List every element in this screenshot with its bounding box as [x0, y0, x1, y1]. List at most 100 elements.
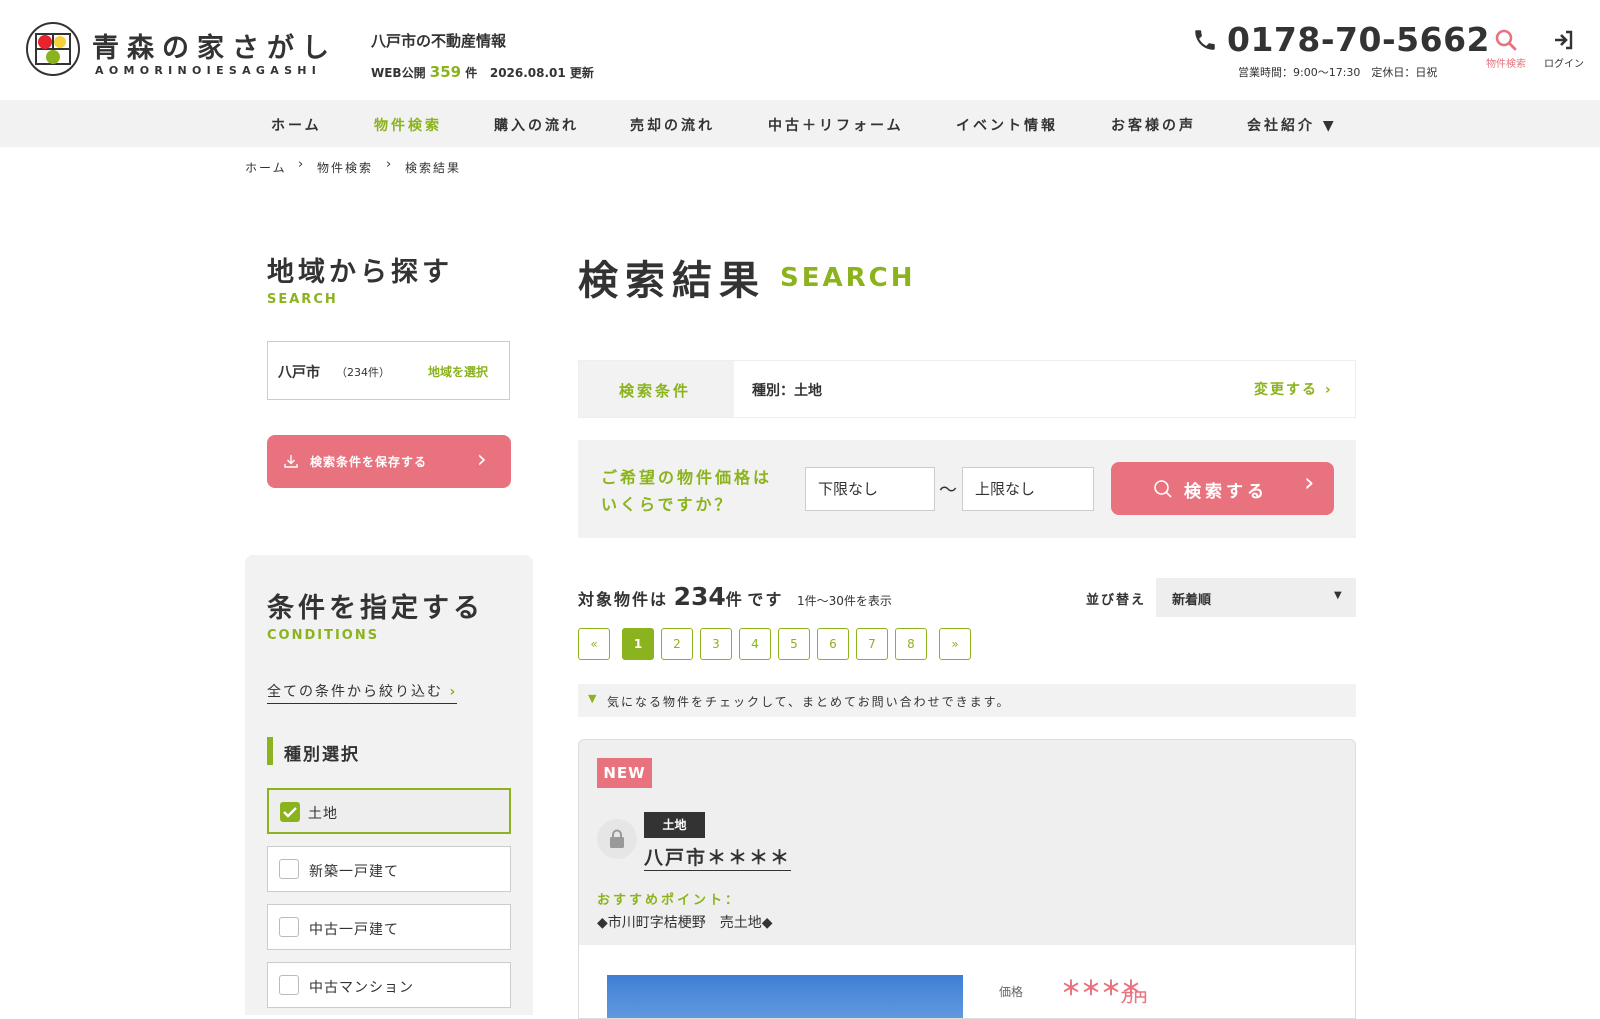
property-name[interactable]: 八戸市＊＊＊＊	[644, 843, 792, 871]
page-2[interactable]: 2	[661, 628, 693, 660]
page-title: 検索結果	[578, 258, 766, 304]
property-type-tag: 土地	[644, 812, 705, 838]
result-count-unit: 件	[725, 590, 742, 609]
triangle-down-icon: ▼	[588, 692, 597, 705]
page-7[interactable]: 7	[856, 628, 888, 660]
region-name: 八戸市	[278, 365, 320, 381]
result-count: 対象物件は 234件 です 1件〜30件を表示	[578, 582, 892, 611]
recommend-text: ◆市川町字桔梗野 売土地◆	[597, 915, 773, 931]
price-max-select[interactable]: 上限なし	[962, 467, 1094, 511]
checkbox[interactable]	[279, 975, 299, 995]
web-count: 359	[429, 63, 462, 81]
region-selector[interactable]: 八戸市 （234件） 地域を選択	[267, 341, 510, 400]
type-select-heading: 種別選択	[284, 745, 360, 765]
region-section-en: SEARCH	[267, 292, 338, 307]
sort-select[interactable]: 新着順 ▼	[1156, 578, 1356, 617]
checkmark-icon	[283, 807, 297, 818]
region-select-link[interactable]: 地域を選択	[428, 363, 488, 380]
checkbox[interactable]	[279, 859, 299, 879]
region-section-title: 地域から探す	[267, 257, 453, 288]
price-label: 価格	[999, 985, 1024, 999]
heading-accent-bar	[267, 737, 273, 765]
header-login-label: ログイン	[1544, 59, 1584, 70]
type-option-new-house[interactable]: 新築一戸建て	[267, 846, 511, 892]
header-search-label: 物件検索	[1486, 59, 1526, 70]
type-option-label: 土地	[308, 806, 338, 822]
updated-date: 2026.08.01 更新	[489, 66, 594, 80]
type-option-land[interactable]: 土地	[267, 788, 511, 834]
result-count-suffix: です	[747, 590, 784, 609]
phone-icon	[1195, 30, 1215, 50]
price-question-line1: ご希望の物件価格は	[601, 468, 773, 487]
save-conditions-button[interactable]: 検索条件を保存する ›	[267, 435, 511, 488]
result-range: 1件〜30件を表示	[796, 594, 892, 608]
nav-sale-flow[interactable]: 売却の流れ	[630, 115, 715, 135]
logo-title[interactable]: 青森の家さがし	[92, 26, 337, 65]
chevron-right-icon: ›	[449, 684, 458, 700]
region-count: （234件）	[336, 366, 390, 379]
search-icon	[1495, 29, 1517, 51]
login-icon	[1555, 30, 1573, 50]
nav-customer-voices[interactable]: お客様の声	[1111, 115, 1196, 135]
header-login-button[interactable]: ログイン	[1536, 28, 1592, 70]
logo-subtitle: AOMORINOIESAGASHI	[95, 64, 322, 77]
chevron-right-icon: ›	[386, 157, 392, 172]
page-6[interactable]: 6	[817, 628, 849, 660]
conditions-title: 条件を指定する	[267, 593, 484, 624]
type-option-label: 中古一戸建て	[309, 922, 399, 938]
web-prefix: WEB公開	[371, 66, 426, 80]
web-listing-info: WEB公開 359 件 2026.08.01 更新	[371, 63, 594, 81]
page-4[interactable]: 4	[739, 628, 771, 660]
header-search-button[interactable]: 物件検索	[1479, 28, 1533, 70]
recommend-label: おすすめポイント：	[597, 893, 742, 908]
price-question-line2: いくらですか？	[601, 495, 734, 514]
download-icon	[284, 455, 298, 468]
chevron-right-icon: ›	[1304, 468, 1315, 498]
search-conditions-label: 検索条件	[619, 382, 692, 400]
all-conditions-label: 全ての条件から絞り込む	[267, 684, 443, 700]
save-conditions-label: 検索条件を保存する	[310, 455, 428, 469]
nav-company[interactable]: 会社紹介 ▼	[1247, 115, 1337, 135]
type-option-used-house[interactable]: 中古一戸建て	[267, 904, 511, 950]
type-option-label: 中古マンション	[309, 980, 414, 996]
conditions-en: CONDITIONS	[267, 628, 380, 643]
lock-icon	[597, 819, 637, 859]
all-conditions-link[interactable]: 全ての条件から絞り込む ›	[267, 681, 458, 704]
phone-number[interactable]: 0178-70-5662	[1227, 20, 1490, 59]
breadcrumb-home[interactable]: ホーム	[245, 159, 287, 176]
page-first[interactable]: «	[578, 628, 610, 660]
price-min-select[interactable]: 下限なし	[805, 467, 935, 511]
page-5[interactable]: 5	[778, 628, 810, 660]
dropdown-arrow-icon: ▼	[1334, 590, 1342, 601]
nav-events[interactable]: イベント情報	[956, 115, 1058, 135]
nav-used-reform[interactable]: 中古＋リフォーム	[768, 115, 904, 135]
type-option-used-mansion[interactable]: 中古マンション	[267, 962, 511, 1008]
inquiry-notice-text: 気になる物件をチェックして、まとめてお問い合わせできます。	[607, 695, 1011, 709]
nav-property-search[interactable]: 物件検索	[374, 115, 442, 135]
price-question: ご希望の物件価格は いくらですか？	[601, 464, 772, 518]
nav-home[interactable]: ホーム	[271, 115, 322, 135]
page-1[interactable]: 1	[622, 628, 654, 660]
result-count-number: 234	[673, 582, 726, 611]
property-card[interactable]: NEW 土地 八戸市＊＊＊＊ おすすめポイント： ◆市川町字桔梗野 売土地◆ 価…	[578, 739, 1356, 1019]
checkbox[interactable]	[280, 802, 300, 822]
breadcrumb-current: 検索結果	[405, 161, 462, 175]
search-conditions-value: 種別：土地	[752, 383, 822, 399]
chevron-right-icon: ›	[1324, 382, 1333, 398]
sort-label: 並び替え	[1086, 593, 1147, 608]
change-conditions-link[interactable]: 変更する ›	[1254, 379, 1333, 399]
logo-icon[interactable]	[26, 22, 80, 76]
chevron-right-icon: ›	[477, 445, 487, 473]
property-photo[interactable]	[607, 975, 963, 1018]
result-count-prefix: 対象物件は	[578, 590, 669, 609]
page-8[interactable]: 8	[895, 628, 927, 660]
new-badge: NEW	[597, 758, 652, 788]
page-last[interactable]: »	[939, 628, 971, 660]
nav-purchase-flow[interactable]: 購入の流れ	[494, 115, 579, 135]
inquiry-notice: ▼ 気になる物件をチェックして、まとめてお問い合わせできます。	[578, 684, 1356, 717]
breadcrumb-search[interactable]: 物件検索	[317, 159, 373, 176]
checkbox[interactable]	[279, 917, 299, 937]
page-3[interactable]: 3	[700, 628, 732, 660]
page-title-en: SEARCH	[780, 263, 916, 293]
search-button[interactable]: 検索する ›	[1111, 462, 1334, 515]
